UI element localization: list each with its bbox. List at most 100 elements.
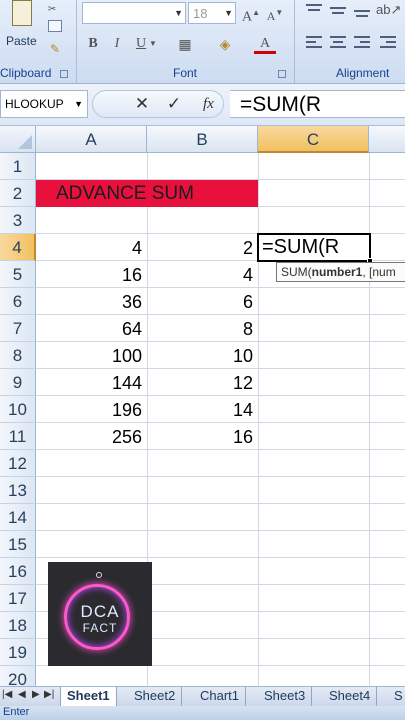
font-group: ▼ 18 ▼ A▲ A▼ B I U ▼ ▦ ◈ A Font xyxy=(78,0,292,83)
chevron-down-icon: ▼ xyxy=(224,8,233,18)
cell-b4[interactable]: 2 xyxy=(147,234,253,261)
align-right-icon[interactable] xyxy=(352,34,372,52)
tab-sheet3[interactable]: Sheet3 xyxy=(258,687,313,706)
active-cell-c4[interactable]: =SUM(R xyxy=(257,233,373,264)
row-header-3[interactable]: 3 xyxy=(0,207,36,234)
font-name-combo[interactable]: ▼ xyxy=(82,2,186,24)
font-size-combo[interactable]: 18 ▼ xyxy=(188,2,236,24)
cell-a9[interactable]: 144 xyxy=(36,369,142,396)
grow-font-button[interactable]: A▲ xyxy=(240,3,262,25)
row-header-19[interactable]: 19 xyxy=(0,639,36,666)
chevron-down-icon: ▼ xyxy=(174,8,183,18)
cell-b11[interactable]: 16 xyxy=(147,423,253,450)
decrease-indent-icon[interactable] xyxy=(378,34,398,52)
align-bottom-icon[interactable] xyxy=(352,2,372,18)
worksheet-grid: A B C 1 2 3 4 5 6 7 8 9 10 11 12 13 14 15 16 17 18 19 20 AD… xyxy=(0,126,405,686)
status-mode: Enter xyxy=(3,706,30,718)
font-color-button[interactable]: A xyxy=(254,34,276,54)
cancel-icon[interactable]: ✕ xyxy=(131,91,153,117)
formula-bar: HLOOKUP ▼ ✕ ✓ fx =SUM(R xyxy=(0,84,405,126)
row-header-7[interactable]: 7 xyxy=(0,315,36,342)
row-header-15[interactable]: 15 xyxy=(0,531,36,558)
next-sheet-icon[interactable]: ▶ xyxy=(32,689,40,700)
cell-b7[interactable]: 8 xyxy=(147,315,253,342)
clipboard-icon xyxy=(12,0,32,26)
first-sheet-icon[interactable]: |◀ xyxy=(2,689,12,700)
column-header-a[interactable]: A xyxy=(36,126,147,153)
row-header-5[interactable]: 5 xyxy=(0,261,36,288)
row-header-6[interactable]: 6 xyxy=(0,288,36,315)
clipboard-group: Paste ✂ ✎ Clipboard xyxy=(0,0,76,83)
alignment-group: ab↗ Alignment xyxy=(296,0,405,83)
align-top-icon[interactable] xyxy=(304,2,324,18)
sheet-tab-bar: |◀ ◀ ▶ ▶| Sheet1 Sheet2 Chart1 Sheet3 Sh… xyxy=(0,686,405,706)
fill-color-icon[interactable]: ◈ xyxy=(214,34,236,54)
bold-button[interactable]: B xyxy=(82,34,104,54)
prev-sheet-icon[interactable]: ◀ xyxy=(18,689,26,700)
tab-sheet4[interactable]: Sheet4 xyxy=(323,687,378,706)
font-dialog-launcher[interactable] xyxy=(278,70,286,78)
row-header-18[interactable]: 18 xyxy=(0,612,36,639)
tab-chart1[interactable]: Chart1 xyxy=(194,687,247,706)
row-header-17[interactable]: 17 xyxy=(0,585,36,612)
format-painter-icon[interactable]: ✎ xyxy=(50,42,62,56)
row-header-14[interactable]: 14 xyxy=(0,504,36,531)
row-header-1[interactable]: 1 xyxy=(0,153,36,180)
cell-b10[interactable]: 14 xyxy=(147,396,253,423)
name-box[interactable]: HLOOKUP ▼ xyxy=(0,90,88,118)
cell-a10[interactable]: 196 xyxy=(36,396,142,423)
cell-b8[interactable]: 10 xyxy=(147,342,253,369)
cell-b5[interactable]: 4 xyxy=(147,261,253,288)
cell-a8[interactable]: 100 xyxy=(36,342,142,369)
formula-input[interactable]: =SUM(R xyxy=(230,90,405,118)
underline-dropdown-icon[interactable]: ▼ xyxy=(148,34,158,54)
tab-sheet2[interactable]: Sheet2 xyxy=(128,687,183,706)
ribbon: Paste ✂ ✎ Clipboard ▼ 18 ▼ A▲ A▼ B I U ▼… xyxy=(0,0,405,84)
align-center-icon[interactable] xyxy=(328,34,348,52)
column-header-b[interactable]: B xyxy=(147,126,258,153)
alignment-group-label: Alignment xyxy=(336,66,390,80)
row-header-13[interactable]: 13 xyxy=(0,477,36,504)
cell-b6[interactable]: 6 xyxy=(147,288,253,315)
row-header-4[interactable]: 4 xyxy=(0,234,36,261)
orientation-icon[interactable]: ab↗ xyxy=(376,0,401,20)
select-all-button[interactable] xyxy=(0,126,36,153)
status-bar: Enter xyxy=(0,706,405,720)
row-header-2[interactable]: 2 xyxy=(0,180,36,207)
title-cell[interactable]: ADVANCE SUM xyxy=(36,180,258,207)
cell-a6[interactable]: 36 xyxy=(36,288,142,315)
function-tooltip[interactable]: SUM(number1, [num xyxy=(276,262,405,282)
row-header-8[interactable]: 8 xyxy=(0,342,36,369)
align-middle-icon[interactable] xyxy=(328,2,348,18)
formula-buttons: ✕ ✓ fx xyxy=(92,90,224,118)
cell-b9[interactable]: 12 xyxy=(147,369,253,396)
row-header-11[interactable]: 11 xyxy=(0,423,36,450)
shrink-font-button[interactable]: A▼ xyxy=(264,3,286,23)
column-header-next[interactable] xyxy=(369,126,405,153)
tab-sheet5[interactable]: S xyxy=(388,687,405,706)
paste-button[interactable]: Paste xyxy=(2,0,42,56)
copy-icon[interactable] xyxy=(48,20,62,32)
cell-a7[interactable]: 64 xyxy=(36,315,142,342)
cell-a5[interactable]: 16 xyxy=(36,261,142,288)
dca-fact-logo: DCA FACT xyxy=(48,562,152,666)
cell-a11[interactable]: 256 xyxy=(36,423,142,450)
tab-sheet1[interactable]: Sheet1 xyxy=(60,687,117,706)
column-header-c[interactable]: C xyxy=(258,126,369,153)
clipboard-dialog-launcher[interactable] xyxy=(60,70,68,78)
italic-button[interactable]: I xyxy=(106,34,128,54)
row-header-16[interactable]: 16 xyxy=(0,558,36,585)
row-header-12[interactable]: 12 xyxy=(0,450,36,477)
row-header-9[interactable]: 9 xyxy=(0,369,36,396)
row-header-20[interactable]: 20 xyxy=(0,666,36,686)
align-left-icon[interactable] xyxy=(304,34,324,52)
borders-icon[interactable]: ▦ xyxy=(174,34,196,54)
cell-a4[interactable]: 4 xyxy=(36,234,142,261)
last-sheet-icon[interactable]: ▶| xyxy=(44,689,54,700)
chevron-down-icon: ▼ xyxy=(74,99,83,109)
cut-icon[interactable]: ✂ xyxy=(48,4,62,15)
font-group-label: Font xyxy=(172,66,197,80)
enter-icon[interactable]: ✓ xyxy=(163,91,185,117)
insert-function-icon[interactable]: fx xyxy=(203,91,214,117)
row-header-10[interactable]: 10 xyxy=(0,396,36,423)
